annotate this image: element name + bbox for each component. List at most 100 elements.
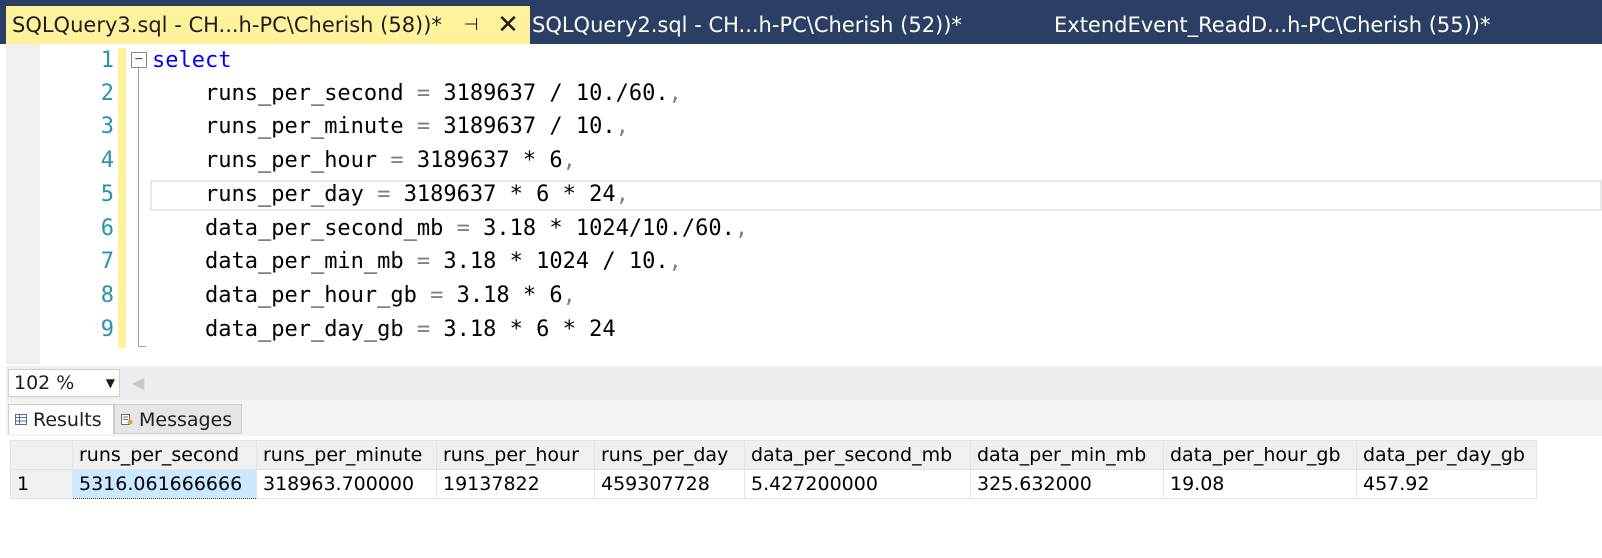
column-header[interactable]: data_per_min_mb (970, 440, 1164, 470)
column-alias: data_per_hour_gb (204, 283, 417, 308)
tab-title: SQLQuery3.sql - CH...h-PC\Cherish (58))* (12, 13, 442, 37)
column-header[interactable]: runs_per_second (72, 440, 257, 470)
comma: , (668, 81, 682, 106)
tab-results-label: Results (33, 409, 102, 431)
tab-sqlquery3[interactable]: SQLQuery3.sql - CH...h-PC\Cherish (58))*… (6, 6, 530, 44)
zoom-value: 102 % (14, 372, 75, 394)
line-number: 5 (100, 182, 114, 207)
table-row: 1 5316.061666666 318963.700000 19137822 … (10, 469, 1537, 499)
comma: , (615, 114, 629, 139)
grid-cell-selected[interactable]: 5316.061666666 (72, 469, 257, 499)
column-header[interactable]: data_per_hour_gb (1163, 440, 1357, 470)
results-tab-strip: Results Messages (6, 400, 1602, 436)
operator: = (416, 81, 431, 106)
pin-icon[interactable]: ⊣ (460, 6, 482, 44)
column-alias: data_per_min_mb (204, 249, 404, 274)
column-alias: runs_per_second (204, 81, 404, 106)
comma: , (734, 216, 749, 241)
operator: = (416, 114, 431, 139)
column-header[interactable]: data_per_day_gb (1356, 440, 1537, 470)
line-number-gutter: 1 2 3 4 5 6 7 8 9 (40, 44, 120, 350)
grid-cell[interactable]: 325.632000 (970, 469, 1164, 499)
tab-title: ExtendEvent_ReadD...h-PC\Cherish (55))* (1054, 13, 1491, 37)
comma: , (668, 249, 682, 274)
comma: , (562, 148, 576, 173)
query-editor[interactable]: 1 2 3 4 5 6 7 8 9 − select runs_per_seco… (6, 44, 1602, 364)
comma: , (615, 182, 629, 207)
grid-corner[interactable] (10, 440, 73, 470)
line-number: 2 (100, 81, 114, 106)
code-line: data_per_hour_gb = 3.18 * 6, (152, 279, 576, 312)
expression: 3.18 * 6 (456, 283, 563, 308)
grid-cell[interactable]: 457.92 (1356, 469, 1537, 499)
code-line: runs_per_second = 3189637 / 10./60., (152, 77, 682, 110)
grid-cell[interactable]: 459307728 (594, 469, 745, 499)
change-tracking-bar (118, 48, 126, 348)
expression: 3189637 / 10. (443, 114, 616, 139)
line-number: 7 (100, 249, 114, 274)
scroll-left-icon[interactable]: ◀ (132, 366, 144, 400)
code-line: select (152, 44, 231, 77)
expression: 3.18 * 1024 / 10. (443, 249, 669, 274)
code-line: runs_per_hour = 3189637 * 6, (152, 144, 576, 177)
results-grid-pane: runs_per_second runs_per_minute runs_per… (6, 436, 1602, 558)
grid-cell[interactable]: 19137822 (436, 469, 595, 499)
tab-sqlquery2[interactable]: SQLQuery2.sql - CH...h-PC\Cherish (52))* (532, 6, 1032, 44)
line-number: 3 (100, 114, 114, 139)
column-header[interactable]: runs_per_hour (436, 440, 595, 470)
chevron-down-icon[interactable]: ▼ (106, 370, 115, 396)
expression: 3189637 * 6 (416, 148, 563, 173)
outline-guide-end (138, 346, 146, 348)
header-row: runs_per_second runs_per_minute runs_per… (10, 440, 1537, 470)
code-line: runs_per_day = 3189637 * 6 * 24, (152, 178, 629, 211)
code-line: data_per_min_mb = 3.18 * 1024 / 10., (152, 245, 682, 278)
line-number: 6 (100, 216, 114, 241)
editor-margin (6, 44, 40, 364)
zoom-bar: 102 % ▼ ◀ (6, 366, 1602, 400)
collapse-icon[interactable]: − (131, 52, 147, 68)
column-alias: data_per_second_mb (204, 216, 444, 241)
outline-guide (138, 68, 140, 346)
grid-cell[interactable]: 318963.700000 (256, 469, 437, 499)
tab-title: SQLQuery2.sql - CH...h-PC\Cherish (52))* (532, 13, 962, 37)
operator: = (416, 317, 431, 342)
operator: = (430, 283, 444, 308)
code-line: data_per_second_mb = 3.18 * 1024/10./60.… (152, 212, 748, 245)
zoom-dropdown[interactable]: 102 % ▼ (8, 369, 120, 397)
results-grid: runs_per_second runs_per_minute runs_per… (10, 440, 1537, 499)
code-line: runs_per_minute = 3189637 / 10., (152, 110, 629, 143)
operator: = (456, 216, 470, 241)
close-icon[interactable]: ✕ (494, 6, 522, 44)
line-number: 8 (100, 283, 114, 308)
column-header[interactable]: runs_per_minute (256, 440, 437, 470)
line-number: 1 (100, 48, 114, 73)
expression: 3.18 * 1024/10./60. (483, 216, 735, 241)
tab-messages[interactable]: Messages (114, 404, 242, 434)
code-line: data_per_day_gb = 3.18 * 6 * 24 (152, 313, 616, 346)
document-tab-strip: SQLQuery3.sql - CH...h-PC\Cherish (58))*… (0, 0, 1602, 44)
column-header[interactable]: runs_per_day (594, 440, 745, 470)
operator: = (390, 148, 404, 173)
expression: 3189637 / 10./60. (443, 81, 669, 106)
expression: 3.18 * 6 * 24 (443, 317, 616, 342)
line-number: 4 (100, 148, 114, 173)
operator: = (416, 249, 431, 274)
grid-icon (15, 414, 27, 425)
column-alias: runs_per_minute (204, 114, 404, 139)
operator: = (377, 182, 391, 207)
column-header[interactable]: data_per_second_mb (744, 440, 971, 470)
grid-cell[interactable]: 5.427200000 (744, 469, 971, 499)
tab-results[interactable]: Results (8, 404, 114, 434)
row-number[interactable]: 1 (10, 469, 73, 499)
sql-keyword: select (152, 48, 232, 73)
grid-cell[interactable]: 19.08 (1163, 469, 1357, 499)
tab-extendevent-readd[interactable]: ExtendEvent_ReadD...h-PC\Cherish (55))* (1054, 6, 1594, 44)
line-number: 9 (100, 317, 114, 342)
messages-icon (121, 414, 133, 425)
column-alias: runs_per_day (204, 182, 364, 207)
tab-messages-label: Messages (139, 409, 233, 431)
column-alias: runs_per_hour (204, 148, 378, 173)
comma: , (562, 283, 576, 308)
expression: 3189637 * 6 * 24 (403, 182, 616, 207)
column-alias: data_per_day_gb (204, 317, 404, 342)
